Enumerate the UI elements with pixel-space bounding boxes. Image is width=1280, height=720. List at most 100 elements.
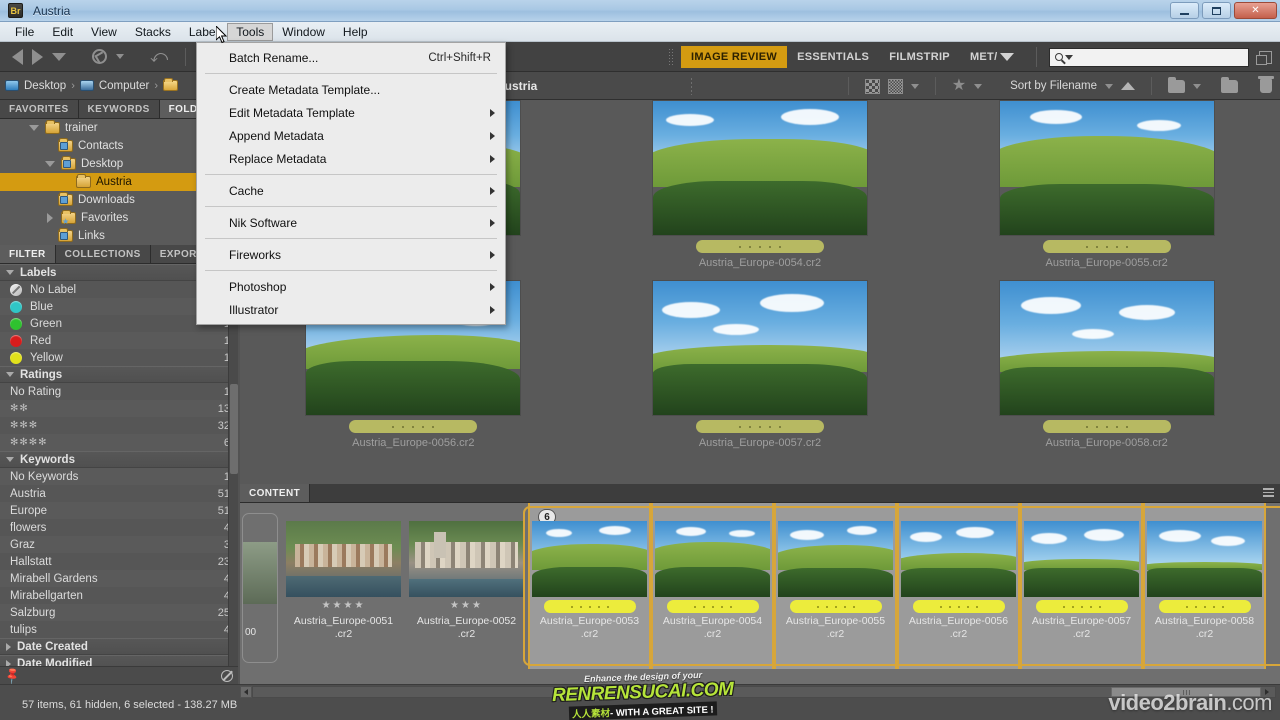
- preview-thumbnail-2[interactable]: [998, 100, 1215, 236]
- breadcrumb-computer[interactable]: Computer: [75, 80, 155, 92]
- thumbnail-image-0058[interactable]: [1147, 521, 1262, 597]
- new-folder-icon[interactable]: [1221, 76, 1238, 93]
- thumbnail-stars-0051[interactable]: ★★★★: [322, 600, 366, 613]
- thumbnail-image-0053[interactable]: [532, 521, 647, 597]
- thumbnail-image-0056[interactable]: [901, 521, 1016, 597]
- sort-ascending-icon[interactable]: [1121, 82, 1135, 90]
- search-input[interactable]: [1075, 51, 1246, 63]
- tab-favorites[interactable]: FAVORITES: [0, 100, 79, 118]
- preview-rating-5[interactable]: [1042, 420, 1171, 433]
- filter-row-no-rating[interactable]: No Rating 1: [0, 383, 238, 400]
- refine-icon[interactable]: ⤺: [150, 48, 168, 65]
- minimize-button[interactable]: [1170, 2, 1199, 19]
- twisty-closed-icon[interactable]: [44, 213, 56, 223]
- thumbnail-image-0052[interactable]: [409, 521, 524, 597]
- workspace-tab-essentials[interactable]: ESSENTIALS: [787, 46, 879, 68]
- search-scope-dropdown-icon[interactable]: [1065, 54, 1074, 60]
- thumbnail-austria-0058[interactable]: Austria_Europe-0058 .cr2: [1143, 503, 1266, 669]
- thumbnail-rating-0054[interactable]: [666, 600, 759, 613]
- thumbnail-image-0054[interactable]: [655, 521, 770, 597]
- thumbnail-austria-0053[interactable]: 6 Austria_Europe-0053 .cr2: [528, 503, 651, 669]
- menu-item-fireworks[interactable]: Fireworks: [197, 243, 505, 266]
- menu-window[interactable]: Window: [273, 23, 334, 41]
- panel-menu-icon[interactable]: [1263, 488, 1274, 497]
- menu-stacks[interactable]: Stacks: [126, 23, 180, 41]
- star-filter-icon[interactable]: ★: [952, 78, 966, 94]
- panel-grip-handle[interactable]: [690, 77, 694, 95]
- filter-row-three-stars[interactable]: ✻✻✻ 32: [0, 417, 238, 434]
- tab-content[interactable]: CONTENT: [240, 484, 311, 502]
- recent-folders-dropdown-icon[interactable]: [52, 52, 66, 61]
- compact-mode-icon[interactable]: [1256, 50, 1273, 65]
- get-photos-from-camera-icon[interactable]: [92, 49, 107, 64]
- filter-scrollbar[interactable]: [228, 264, 238, 672]
- open-in-folder-icon[interactable]: [1168, 76, 1185, 93]
- close-button[interactable]: ✕: [1234, 2, 1277, 19]
- filter-row-austria[interactable]: Austria 51: [0, 485, 238, 502]
- preview-thumbnail-4[interactable]: [651, 280, 868, 416]
- filter-row-two-stars[interactable]: ✻✻ 13: [0, 400, 238, 417]
- preview-rating-1[interactable]: [695, 240, 824, 253]
- menu-edit[interactable]: Edit: [43, 23, 82, 41]
- open-in-dropdown-icon[interactable]: [1193, 83, 1201, 89]
- thumbnail-image-0057[interactable]: [1024, 521, 1139, 597]
- breadcrumb-network[interactable]: [158, 78, 183, 91]
- maximize-button[interactable]: [1202, 2, 1231, 19]
- menu-view[interactable]: View: [82, 23, 126, 41]
- thumbnail-stars-0052[interactable]: ★★★: [450, 600, 483, 613]
- thumbnail-austria-0055[interactable]: Austria_Europe-0055 .cr2: [774, 503, 897, 669]
- horizontal-scroll-right-button[interactable]: [1261, 687, 1273, 697]
- thumbnail-grid-icon[interactable]: [887, 78, 903, 94]
- menu-tools[interactable]: Tools: [227, 22, 274, 41]
- filter-row-mirabellgarten[interactable]: Mirabellgarten 4: [0, 587, 238, 604]
- workspace-more-dropdown-icon[interactable]: [1000, 53, 1015, 61]
- preview-item-4[interactable]: Austria_Europe-0057.cr2: [587, 280, 934, 460]
- thumbnail-austria-0056[interactable]: Austria_Europe-0056 .cr2: [897, 503, 1020, 669]
- filter-row-flowers[interactable]: flowers 4: [0, 519, 238, 536]
- filter-row-salzburg[interactable]: Salzburg 25: [0, 604, 238, 621]
- horizontal-scroll-left-button[interactable]: [240, 686, 252, 698]
- keep-filter-icon[interactable]: 📌: [2, 665, 22, 685]
- menu-item-batch-rename[interactable]: Batch Rename... Ctrl+Shift+R: [197, 46, 505, 69]
- menu-file[interactable]: File: [6, 23, 43, 41]
- thumbnail-austria-0054[interactable]: Austria_Europe-0054 .cr2: [651, 503, 774, 669]
- tab-filter[interactable]: FILTER: [0, 245, 56, 263]
- menu-item-create-metadata-template[interactable]: Create Metadata Template...: [197, 78, 505, 101]
- filter-row-hallstatt[interactable]: Hallstatt 23: [0, 553, 238, 570]
- menu-item-nik-software[interactable]: Nik Software: [197, 211, 505, 234]
- preview-thumbnail-5[interactable]: [998, 280, 1215, 416]
- menu-item-photoshop[interactable]: Photoshop: [197, 275, 505, 298]
- thumbnail-quality-dropdown-icon[interactable]: [910, 83, 919, 89]
- menu-help[interactable]: Help: [334, 23, 377, 41]
- workspace-tab-filmstrip[interactable]: FILMSTRIP: [879, 46, 960, 68]
- filter-section-keywords[interactable]: Keywords: [0, 451, 238, 468]
- search-box[interactable]: [1049, 47, 1250, 67]
- workspace-tab-image-review[interactable]: IMAGE REVIEW: [681, 46, 788, 68]
- menu-item-edit-metadata-template[interactable]: Edit Metadata Template: [197, 101, 505, 124]
- preview-rating-2[interactable]: [1042, 240, 1171, 253]
- filter-row-red[interactable]: Red 1: [0, 332, 238, 349]
- back-icon[interactable]: [12, 48, 23, 65]
- sort-dropdown-icon[interactable]: [1105, 83, 1113, 89]
- twisty-open-icon[interactable]: [28, 125, 40, 131]
- filter-row-graz[interactable]: Graz 3: [0, 536, 238, 553]
- thumbnail-rating-0058[interactable]: [1158, 600, 1251, 613]
- forward-icon[interactable]: [32, 48, 43, 65]
- preview-rating-3[interactable]: [349, 420, 478, 433]
- thumbnail-rating-0055[interactable]: [789, 600, 882, 613]
- delete-icon[interactable]: [1258, 76, 1274, 93]
- thumbnail-rating-0053[interactable]: [543, 600, 636, 613]
- workspace-grip-handle[interactable]: [668, 48, 673, 66]
- filter-row-tulips[interactable]: tulips 4: [0, 621, 238, 638]
- tab-collections[interactable]: COLLECTIONS: [55, 245, 151, 263]
- preview-item-5[interactable]: Austria_Europe-0058.cr2: [933, 280, 1280, 460]
- thumbnail-austria-0052[interactable]: ★★★ Austria_Europe-0052 .cr2: [405, 503, 528, 669]
- filter-section-ratings[interactable]: Ratings: [0, 366, 238, 383]
- thumbnail-image-0055[interactable]: [778, 521, 893, 597]
- horizontal-scrollbar[interactable]: [252, 686, 1276, 698]
- menu-item-illustrator[interactable]: Illustrator: [197, 298, 505, 321]
- star-filter-dropdown-icon[interactable]: [974, 83, 983, 89]
- preview-item-2[interactable]: Austria_Europe-0055.cr2: [933, 100, 1280, 280]
- filter-row-four-stars[interactable]: ✻✻✻✻ 6: [0, 434, 238, 451]
- filter-section-date-created[interactable]: Date Created: [0, 638, 238, 655]
